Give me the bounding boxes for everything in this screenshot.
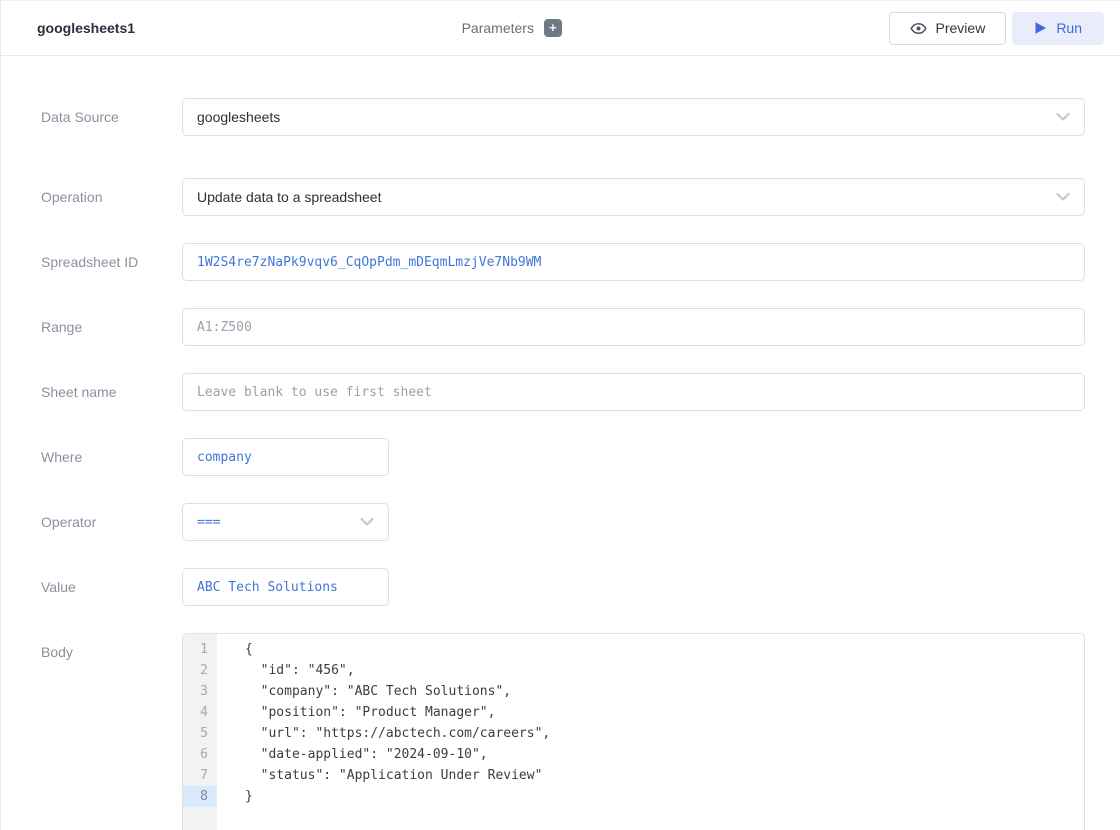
operation-label: Operation — [41, 178, 182, 216]
field-row-spreadsheet-id: Spreadsheet ID — [41, 243, 1085, 281]
range-input-wrap — [182, 308, 1085, 346]
field-row-sheet-name: Sheet name — [41, 373, 1085, 411]
field-row-range: Range — [41, 308, 1085, 346]
run-button[interactable]: Run — [1012, 12, 1104, 45]
field-row-value: Value — [41, 568, 1085, 606]
add-parameter-button[interactable]: + — [544, 19, 562, 37]
data-source-label: Data Source — [41, 98, 182, 136]
spreadsheet-id-input-wrap — [182, 243, 1085, 281]
query-header: googlesheets1 Parameters + Preview — [1, 1, 1120, 56]
line-number: 2 — [183, 660, 217, 681]
code-line: "id": "456", — [245, 660, 1084, 681]
preview-button-label: Preview — [936, 20, 986, 36]
operator-label: Operator — [41, 503, 182, 541]
code-line: "date-applied": "2024-09-10", — [245, 744, 1084, 765]
code-line: "status": "Application Under Review" — [245, 765, 1084, 786]
play-icon — [1034, 21, 1047, 35]
line-number: 8 — [183, 786, 217, 807]
field-row-data-source: Data Source googlesheets — [41, 98, 1085, 136]
value-input[interactable] — [183, 569, 388, 605]
data-source-select[interactable]: googlesheets — [182, 98, 1085, 136]
sheet-name-label: Sheet name — [41, 373, 182, 411]
spreadsheet-id-input[interactable] — [183, 244, 1084, 280]
data-source-value: googlesheets — [197, 109, 280, 125]
where-input-wrap — [182, 438, 389, 476]
line-number: 6 — [183, 744, 217, 765]
code-line: "company": "ABC Tech Solutions", — [245, 681, 1084, 702]
operation-value: Update data to a spreadsheet — [197, 189, 381, 205]
chevron-down-icon — [1056, 113, 1070, 122]
line-number: 4 — [183, 702, 217, 723]
plus-icon: + — [549, 20, 557, 36]
line-number: 5 — [183, 723, 217, 744]
header-actions: Preview Run — [889, 12, 1104, 45]
query-parameters-form: Data Source googlesheets Operation Updat… — [1, 56, 1120, 830]
range-label: Range — [41, 308, 182, 346]
sheet-name-input-wrap — [182, 373, 1085, 411]
editor-code-area[interactable]: { "id": "456", "company": "ABC Tech Solu… — [217, 634, 1084, 830]
spreadsheet-id-label: Spreadsheet ID — [41, 243, 182, 281]
query-editor-panel: googlesheets1 Parameters + Preview — [0, 0, 1120, 830]
operator-select[interactable]: === — [182, 503, 389, 541]
value-label: Value — [41, 568, 182, 606]
where-input[interactable] — [183, 439, 388, 475]
line-number: 7 — [183, 765, 217, 786]
chevron-down-icon — [1056, 193, 1070, 202]
code-line: "position": "Product Manager", — [245, 702, 1084, 723]
run-button-label: Run — [1056, 20, 1082, 36]
preview-button[interactable]: Preview — [889, 12, 1007, 45]
chevron-down-icon — [360, 518, 374, 527]
query-name: googlesheets1 — [37, 20, 135, 36]
sheet-name-input[interactable] — [183, 374, 1084, 410]
field-row-operation: Operation Update data to a spreadsheet — [41, 178, 1085, 216]
field-row-where: Where — [41, 438, 1085, 476]
where-label: Where — [41, 438, 182, 476]
field-row-operator: Operator === — [41, 503, 1085, 541]
body-code-editor[interactable]: 12345678 { "id": "456", "company": "ABC … — [182, 633, 1085, 830]
code-line: { — [245, 639, 1084, 660]
line-number: 1 — [183, 639, 217, 660]
operation-select[interactable]: Update data to a spreadsheet — [182, 178, 1085, 216]
code-line: "url": "https://abctech.com/careers", — [245, 723, 1084, 744]
range-input[interactable] — [183, 309, 1084, 345]
parameters-label: Parameters — [462, 20, 534, 36]
editor-gutter: 12345678 — [183, 634, 217, 830]
value-input-wrap — [182, 568, 389, 606]
operator-value: === — [197, 515, 220, 530]
code-line: } — [245, 786, 1084, 807]
body-label: Body — [41, 633, 182, 830]
line-number: 3 — [183, 681, 217, 702]
eye-icon — [910, 22, 927, 35]
field-row-body: Body 12345678 { "id": "456", "company": … — [41, 633, 1085, 830]
parameters-section: Parameters + — [135, 19, 888, 37]
